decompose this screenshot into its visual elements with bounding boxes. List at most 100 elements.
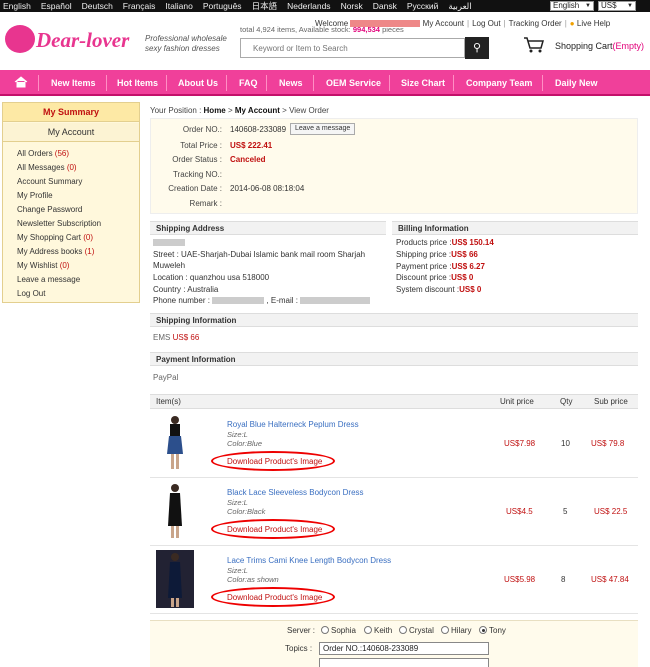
product-color: Color:as shown [227,575,279,584]
nav-company-team[interactable]: Company Team [466,70,532,96]
nav-news[interactable]: News [279,70,303,96]
address-phone-email: Phone number : , E-mail : [153,296,371,305]
account-sidebar: My Summary My Account All Orders (56) Al… [2,102,140,303]
home-icon[interactable] [14,76,28,88]
product-size: Size:L [227,498,248,507]
lang-link[interactable]: Русский [407,0,439,12]
sidebar-item-shopping-cart[interactable]: My Shopping Cart (0) [17,233,93,242]
shipping-method: EMS US$ 66 [153,333,200,342]
leave-message-button[interactable]: Leave a message [290,123,356,135]
tracking-order-link[interactable]: Tracking Order [509,19,562,28]
lang-link[interactable]: Norsk [341,0,363,12]
billing-system-discount: System discount :US$ 0 [396,285,482,294]
topics-input[interactable]: Order NO.:140608-233089 [319,642,489,655]
breadcrumb: Your Position : Home > My Account > View… [150,106,329,115]
download-image-link[interactable]: Download Product's Image [227,457,322,466]
product-name-link[interactable]: Royal Blue Halterneck Peplum Dress [227,420,359,429]
sidebar-item-log-out[interactable]: Log Out [17,289,45,298]
download-image-link[interactable]: Download Product's Image [227,593,322,602]
unit-price: US$7.98 [504,439,536,448]
server-option-label: Hilary [451,626,472,635]
product-size: Size:L [227,566,248,575]
lang-link[interactable]: Português [203,0,242,12]
shopping-cart-icon[interactable] [523,36,545,54]
sidebar-item-all-messages[interactable]: All Messages (0) [17,163,77,172]
user-links: Welcome My Account | Log Out | Tracking Orde… [315,19,611,28]
message-textarea[interactable] [319,658,489,667]
billing-products-price: Products price :US$ 150.14 [396,238,494,247]
col-unit-price: Unit price [500,397,534,406]
product-name-link[interactable]: Black Lace Sleeveless Bodycon Dress [227,488,364,497]
lang-link[interactable]: Italiano [165,0,192,12]
server-option-label: Keith [374,626,393,635]
sidebar-summary-heading[interactable]: My Summary [3,103,139,122]
sidebar-item-address-books[interactable]: My Address books (1) [17,247,94,256]
sidebar-item-all-orders[interactable]: All Orders (56) [17,149,69,158]
order-status-value: Canceled [230,155,266,164]
server-radio-sophia[interactable] [321,626,329,634]
phone-label: Phone number : [153,296,210,305]
sidebar-item-leave-message[interactable]: Leave a message [17,275,80,284]
sidebar-item-account-summary[interactable]: Account Summary [17,177,82,186]
nav-new-items[interactable]: New Items [51,70,96,96]
server-radio-hilary[interactable] [441,626,449,634]
product-thumbnail[interactable] [156,482,194,540]
address-location: Location : quanzhou usa 518000 [153,273,270,282]
welcome-text: Welcome [315,19,349,28]
live-help-link[interactable]: Live Help [577,19,610,28]
breadcrumb-home[interactable]: Home [204,106,226,115]
nav-daily-new[interactable]: Daily New [555,70,598,96]
nav-oem-service[interactable]: OEM Service [326,70,381,96]
nav-about-us[interactable]: About Us [178,70,218,96]
logo[interactable]: Dear-lover [36,27,129,53]
unit-price: US$5.98 [504,575,536,584]
lang-link[interactable]: English [3,0,31,12]
server-radio-crystal[interactable] [399,626,407,634]
shopping-cart-link[interactable]: Shopping Cart(Empty) [555,41,644,51]
lang-link[interactable]: Français [123,0,156,12]
log-out-link[interactable]: Log Out [472,19,500,28]
my-account-link[interactable]: My Account [423,19,464,28]
email-label: , E-mail : [266,296,298,305]
billing-info-heading: Billing Information [392,221,638,235]
creation-date-value: 2014-06-08 08:18:04 [230,184,305,193]
lang-link[interactable]: Dansk [373,0,397,12]
lang-link[interactable]: Deutsch [82,0,113,12]
server-radio-keith[interactable] [364,626,372,634]
lang-link[interactable]: Español [41,0,72,12]
unit-price: US$4.5 [506,507,533,516]
server-option-label: Crystal [409,626,434,635]
nav-hot-items[interactable]: Hot Items [117,70,158,96]
nav-faq[interactable]: FAQ [239,70,258,96]
breadcrumb-account[interactable]: My Account [235,106,280,115]
product-thumbnail[interactable] [156,550,194,608]
sidebar-item-my-profile[interactable]: My Profile [17,191,53,200]
payment-method: PayPal [153,373,179,382]
search-button[interactable]: ⚲ [465,37,489,59]
sidebar-item-change-password[interactable]: Change Password [17,205,82,214]
items-table-header: Item(s) Unit price Qty Sub price [150,394,638,409]
chevron-down-icon: ▼ [585,3,591,9]
lang-link[interactable]: Nederlands [287,0,330,12]
main-nav: New Items Hot Items About Us FAQ News OE… [0,70,650,96]
server-option-label: Tony [489,626,506,635]
sidebar-account-heading[interactable]: My Account [3,123,139,142]
order-summary [150,118,638,214]
server-option-label: Sophia [331,626,356,635]
sidebar-item-newsletter[interactable]: Newsletter Subscription [17,219,101,228]
product-name-link[interactable]: Lace Trims Cami Knee Length Bodycon Dres… [227,556,391,565]
product-color: Color:Blue [227,439,263,448]
nav-size-chart[interactable]: Size Chart [401,70,445,96]
product-thumbnail[interactable] [156,414,194,472]
cart-label: Shopping Cart [555,41,613,51]
logo-butterfly-icon[interactable] [5,25,35,53]
sidebar-item-wishlist[interactable]: My Wishlist (0) [17,261,69,270]
currency-select[interactable]: US$ ▼ [598,1,636,11]
product-size: Size:L [227,430,248,439]
language-select[interactable]: English ▼ [550,1,594,11]
search-input[interactable] [240,38,465,58]
server-radio-tony[interactable] [479,626,487,634]
lang-link[interactable]: 日本語 [252,0,278,12]
lang-link[interactable]: العربية [448,0,471,12]
download-image-link[interactable]: Download Product's Image [227,525,322,534]
